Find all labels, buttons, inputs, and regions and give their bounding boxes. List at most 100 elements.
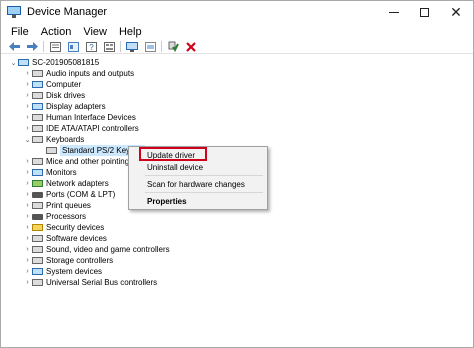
expand-icon[interactable]: › (23, 268, 32, 275)
tree-root[interactable]: ⌄ SC-201905081815 (9, 57, 100, 68)
tree-item-disk-drives[interactable]: › Disk drives (23, 90, 85, 101)
expand-icon[interactable]: › (23, 158, 32, 165)
tree-item-label: Sound, video and game controllers (46, 245, 170, 254)
context-update-driver[interactable]: Update driver (129, 149, 267, 161)
close-button[interactable]: ✕ (439, 1, 473, 23)
update-driver-button[interactable] (143, 41, 157, 53)
tree-item-audio[interactable]: › Audio inputs and outputs (23, 68, 134, 79)
tree-item-system-devices[interactable]: › System devices (23, 266, 102, 277)
minimize-button[interactable] (379, 1, 409, 23)
sound-controller-icon (32, 246, 43, 253)
collapse-icon[interactable]: ⌄ (9, 59, 18, 67)
update-driver-icon (144, 41, 156, 52)
tree-item-software-devices[interactable]: › Software devices (23, 233, 107, 244)
enable-device-button[interactable] (166, 41, 180, 53)
view-button[interactable] (102, 41, 116, 53)
expand-icon[interactable]: › (23, 257, 32, 264)
system-device-icon (32, 268, 43, 275)
expand-icon[interactable]: › (23, 224, 32, 231)
expand-icon[interactable]: › (23, 235, 32, 242)
tree-item-label: Universal Serial Bus controllers (46, 278, 158, 287)
tree-item-label: Print queues (46, 201, 91, 210)
expand-icon[interactable]: › (23, 114, 32, 121)
processor-icon (32, 213, 43, 220)
tree-item-mice[interactable]: › Mice and other pointing d (23, 156, 136, 167)
expand-icon[interactable]: › (23, 191, 32, 198)
keyboard-icon (32, 136, 43, 143)
expand-icon[interactable]: › (23, 81, 32, 88)
tree-item-security-devices[interactable]: › Security devices (23, 222, 104, 233)
expand-icon[interactable]: › (23, 202, 32, 209)
context-uninstall-device[interactable]: Uninstall device (129, 161, 267, 173)
mouse-icon (32, 158, 43, 165)
context-properties[interactable]: Properties (129, 195, 267, 207)
tree-item-network-adapters[interactable]: › Network adapters (23, 178, 109, 189)
expand-icon[interactable]: › (23, 246, 32, 253)
maximize-button[interactable] (409, 1, 439, 23)
software-device-icon (32, 235, 43, 242)
disk-drive-icon (32, 92, 43, 99)
context-item-label: Scan for hardware changes (147, 179, 245, 189)
enable-device-icon (168, 41, 179, 52)
expand-icon[interactable]: › (23, 125, 32, 132)
menu-view[interactable]: View (77, 26, 113, 38)
tree-item-label: Audio inputs and outputs (46, 69, 135, 78)
menu-file[interactable]: File (5, 26, 35, 38)
tree-item-sound-controllers[interactable]: › Sound, video and game controllers (23, 244, 170, 255)
tree-item-label: Computer (46, 80, 82, 89)
expand-icon[interactable]: › (23, 279, 32, 286)
tree-item-label: System devices (46, 267, 103, 276)
device-manager-window: Device Manager ✕ File Action View Help ? (0, 0, 474, 348)
tree-item-label: Storage controllers (46, 256, 114, 265)
help-button[interactable]: ? (84, 41, 98, 53)
expand-icon[interactable]: › (23, 169, 32, 176)
forward-button[interactable] (25, 41, 39, 53)
help-icon: ? (85, 41, 97, 52)
tree-item-print-queues[interactable]: › Print queues (23, 200, 91, 211)
tree-item-label: Keyboards (46, 135, 85, 144)
display-adapter-icon (32, 103, 43, 110)
expand-icon[interactable]: › (23, 103, 32, 110)
expand-icon[interactable]: › (23, 92, 32, 99)
context-item-label: Properties (147, 196, 187, 206)
tree-item-ports[interactable]: › Ports (COM & LPT) (23, 189, 115, 200)
monitor-icon (32, 169, 43, 176)
storage-controller-icon (32, 257, 43, 264)
menu-action[interactable]: Action (35, 26, 78, 38)
tree-item-label: Monitors (46, 168, 77, 177)
view-icon (103, 41, 115, 52)
tree-item-keyboards[interactable]: ⌄ Keyboards (23, 134, 85, 145)
back-button[interactable] (7, 41, 21, 53)
context-item-label: Update driver (147, 150, 196, 160)
expand-icon[interactable]: › (23, 70, 32, 77)
tree-item-processors[interactable]: › Processors (23, 211, 86, 222)
collapse-icon[interactable]: ⌄ (23, 136, 32, 144)
menu-help[interactable]: Help (113, 26, 148, 38)
context-scan-hardware[interactable]: Scan for hardware changes (129, 178, 267, 190)
keyboard-icon (46, 147, 57, 154)
context-separator (145, 192, 263, 193)
properties-button[interactable] (48, 41, 62, 53)
ide-controller-icon (32, 125, 43, 132)
tree-item-label: IDE ATA/ATAPI controllers (46, 124, 139, 133)
tree-item-usb[interactable]: › Universal Serial Bus controllers (23, 277, 157, 288)
tree-item-label: Network adapters (46, 179, 109, 188)
close-icon: ✕ (450, 4, 462, 20)
uninstall-button[interactable] (184, 41, 198, 53)
toolbar-separator (120, 41, 121, 52)
scan-hardware-button[interactable] (125, 41, 139, 53)
tree-item-display-adapters[interactable]: › Display adapters (23, 101, 105, 112)
properties-icon (49, 41, 61, 52)
tree-item-computer[interactable]: › Computer (23, 79, 81, 90)
context-separator (145, 175, 263, 176)
tree-item-monitors[interactable]: › Monitors (23, 167, 77, 178)
printer-icon (32, 202, 43, 209)
expand-icon[interactable]: › (23, 213, 32, 220)
show-hidden-button[interactable] (66, 41, 80, 53)
expand-icon[interactable]: › (23, 180, 32, 187)
minimize-icon (389, 11, 399, 13)
tree-item-ide[interactable]: › IDE ATA/ATAPI controllers (23, 123, 139, 134)
tree-item-hid[interactable]: › Human Interface Devices (23, 112, 136, 123)
back-arrow-icon (8, 42, 20, 51)
tree-item-storage-controllers[interactable]: › Storage controllers (23, 255, 113, 266)
